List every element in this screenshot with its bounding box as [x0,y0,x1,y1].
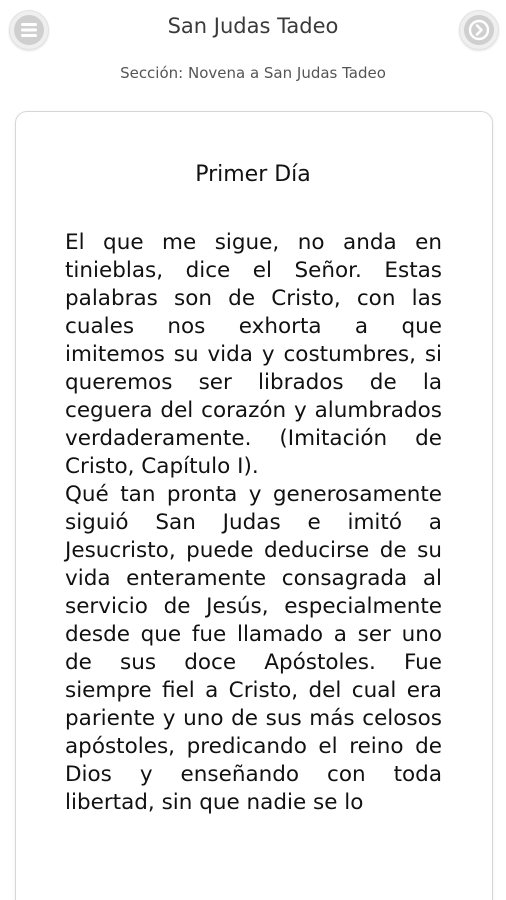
section-label: Sección: Novena a San Judas Tadeo [120,64,386,82]
app-title: San Judas Tadeo [167,14,339,38]
menu-icon [21,23,37,37]
day-title: Primer Día [195,162,311,187]
prayer-paragraph: El que me sigue, no anda en tinieblas, d… [65,230,442,479]
prayer-text[interactable]: El que me sigue, no anda en tinieblas, d… [65,229,442,817]
back-button[interactable] [459,10,499,50]
back-arrow-icon [468,19,490,41]
menu-button[interactable] [9,10,49,50]
prayer-paragraph: Qué tan pronta y generosamente siguió Sa… [65,482,442,815]
